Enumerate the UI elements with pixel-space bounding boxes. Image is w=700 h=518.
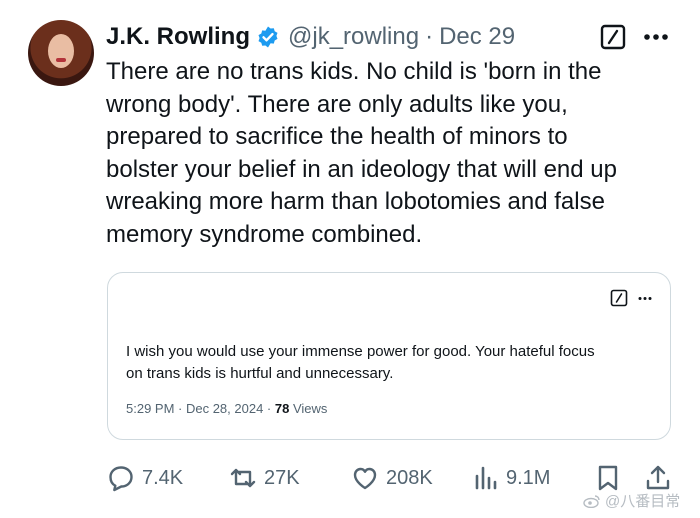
quoted-meta: 5:29 PM · Dec 28, 2024 · 78 Views [126,401,327,416]
grok-icon[interactable] [600,24,626,50]
quoted-text-line: I wish you would use your immense power … [126,343,595,360]
like-button[interactable]: 208K [350,460,433,496]
quoted-tweet-text: I wish you would use your immense power … [126,341,656,385]
tweet-text-line: prepared to sacrifice the health of mino… [106,123,568,151]
quoted-tweet-card[interactable]: I wish you would use your immense power … [107,272,671,440]
bookmark-icon [598,465,618,491]
verified-badge-icon [258,26,278,48]
tweet-header: J.K. Rowling @jk_rowling · Dec 29 [106,22,515,52]
quoted-timestamp[interactable]: 5:29 PM · Dec 28, 2024 · [126,401,275,416]
share-icon [646,465,670,490]
tweet-text: There are no trans kids. No child is 'bo… [106,56,676,252]
tweet-text-line: bolster your belief in an ideology that … [106,155,617,183]
tweet-date[interactable]: Dec 29 [439,23,515,51]
author-name[interactable]: J.K. Rowling [106,23,250,51]
separator-dot: · [425,23,434,50]
quoted-views-label: Views [289,401,328,416]
author-handle[interactable]: @jk_rowling [288,23,419,51]
repost-icon [230,468,256,488]
views-button[interactable]: 9.1M [470,460,550,496]
tweet-text-line: wreaking more harm than lobotomies and f… [106,188,605,216]
more-icon[interactable] [643,33,669,41]
avatar-lips [56,58,66,62]
watermark: @八番目常 [583,490,680,511]
tweet-text-line: wrong body'. There are only adults like … [106,90,568,118]
repost-count: 27K [264,466,300,489]
quoted-grok-icon[interactable] [610,289,628,307]
watermark-text: @八番目常 [605,493,681,510]
like-icon [353,467,377,490]
views-count: 9.1M [506,466,551,489]
quoted-more-icon[interactable] [638,296,652,301]
weibo-icon [583,494,600,508]
reply-icon [109,466,133,492]
reply-count: 7.4K [142,466,184,489]
like-count: 208K [386,466,433,489]
views-icon [475,466,497,490]
tweet-text-line: There are no trans kids. No child is 'bo… [106,58,602,85]
quoted-views-count: 78 [274,401,290,416]
avatar[interactable] [28,20,94,86]
quoted-text-line: on trans kids is hurtful and unnecessary… [126,365,394,382]
reply-button[interactable]: 7.4K [106,460,183,496]
avatar-face [48,34,74,68]
tweet-text-line: memory syndrome combined. [106,220,423,248]
repost-button[interactable]: 27K [228,460,300,496]
